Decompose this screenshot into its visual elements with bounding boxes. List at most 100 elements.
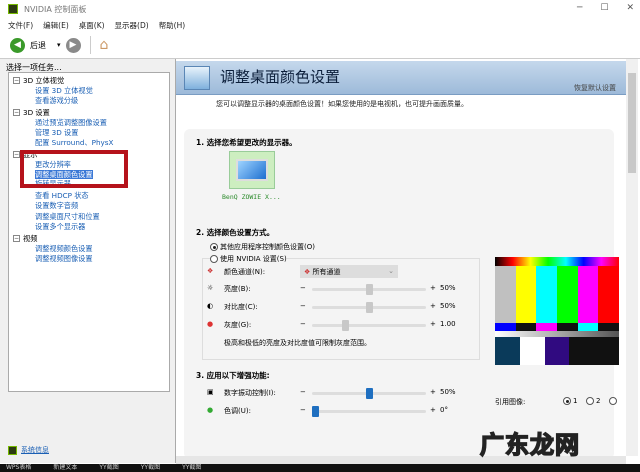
settings-panel: 1. 选择您希望更改的显示器。 BenQ ZOWIE X... 2. 选择颜色设… [184, 129, 620, 459]
brightness-slider[interactable] [312, 284, 426, 295]
color-channel-label: 颜色通道(N): [224, 268, 266, 276]
hue-slider[interactable] [312, 406, 426, 417]
tree-item[interactable]: 设置多个显示器 [35, 222, 85, 231]
menu-edit[interactable]: 编辑(E) [43, 20, 69, 31]
menu-desktop[interactable]: 桌面(K) [79, 20, 105, 31]
radio-button[interactable] [609, 397, 617, 405]
menu-display[interactable]: 显示器(D) [115, 20, 149, 31]
home-icon[interactable]: ⌂ [100, 37, 109, 53]
radio-button[interactable] [586, 397, 594, 405]
contrast-value: 50% [440, 302, 456, 310]
radio-button[interactable] [210, 243, 218, 251]
system-info-link[interactable]: 系统信息 [8, 445, 49, 455]
tree-item[interactable]: 查看游戏分级 [35, 96, 78, 105]
collapse-icon[interactable]: − [13, 109, 20, 116]
channel-value: 所有通道 [312, 268, 341, 276]
back-button[interactable]: 后退 [30, 40, 46, 51]
tree-category-3d-settings[interactable]: 3D 设置 [23, 108, 50, 117]
gamma-label: 灰度(G): [224, 321, 252, 329]
tree-item[interactable]: 调整桌面尺寸和位置 [35, 212, 100, 221]
info-icon [8, 445, 17, 455]
menu-bar: 文件(F) 编辑(E) 桌面(K) 显示器(D) 帮助(H) [0, 18, 640, 32]
collapse-icon[interactable]: − [13, 151, 20, 158]
vibrance-slider[interactable] [312, 388, 426, 399]
tree-item[interactable]: 调整视频颜色设置 [35, 244, 93, 253]
plus-sign: + [430, 284, 436, 292]
content-pane: 调整桌面颜色设置 恢复默认设置 您可以调整显示器的桌面颜色设置！如果您使用的是电… [176, 59, 626, 459]
chevron-down-icon: ⌄ [388, 267, 394, 275]
minimize-button[interactable]: ─ [577, 3, 582, 13]
radio-button[interactable] [210, 255, 218, 263]
vibrance-value: 50% [440, 388, 456, 396]
reference-test-image [495, 257, 620, 367]
menu-file[interactable]: 文件(F) [8, 20, 33, 31]
plus-sign: + [430, 302, 436, 310]
plus-sign: + [430, 320, 436, 328]
vertical-scrollbar[interactable] [626, 59, 638, 456]
reference-option-2[interactable]: 2 [586, 397, 600, 405]
radio-button[interactable] [563, 397, 571, 405]
monitor-icon [236, 159, 268, 181]
reference-option-1[interactable]: 1 [563, 397, 577, 405]
gamma-slider[interactable] [312, 320, 426, 331]
brightness-icon: ☼ [207, 284, 214, 292]
plus-sign: + [430, 388, 436, 396]
slider-thumb[interactable] [365, 302, 373, 313]
collapse-icon[interactable]: − [13, 77, 20, 84]
contrast-slider[interactable] [312, 302, 426, 313]
radio-other-apps[interactable]: 其他应用程序控制颜色设置(O) [210, 242, 315, 252]
task-tree: − 3D 立体视觉 设置 3D 立体视觉 查看游戏分级 − 3D 设置 通过预览… [8, 72, 170, 392]
tree-item[interactable]: 设置 3D 立体视觉 [35, 86, 93, 95]
back-dropdown-icon[interactable]: ▾ [57, 41, 61, 49]
hue-value: 0° [440, 406, 448, 414]
scrollbar-thumb[interactable] [628, 73, 636, 173]
gamma-icon: ● [207, 320, 214, 328]
window-title: NVIDIA 控制面板 [24, 4, 87, 14]
slider-thumb[interactable] [365, 284, 373, 295]
hue-label: 色调(U): [224, 407, 251, 415]
hue-icon: ● [207, 406, 214, 414]
tree-category-video[interactable]: 视频 [23, 234, 37, 243]
display-name: BenQ ZOWIE X... [222, 193, 281, 201]
back-arrow-icon[interactable]: ◀ [10, 37, 25, 53]
toolbar-divider [89, 36, 91, 54]
contrast-icon: ◐ [207, 302, 214, 310]
taskbar-item[interactable]: YY截图 [99, 464, 118, 472]
forward-button[interactable]: ▶ [65, 37, 81, 53]
slider-thumb[interactable] [312, 406, 319, 417]
radio-label: 2 [596, 397, 601, 405]
tree-item[interactable]: 设置数字音频 [35, 201, 78, 210]
tree-item[interactable]: 配置 Surround、PhysX [35, 138, 113, 147]
maximize-button[interactable]: ☐ [600, 3, 608, 13]
vibrance-label: 数字振动控制(I): [224, 389, 276, 397]
tree-item[interactable]: 通过预览调整图像设置 [35, 118, 107, 127]
tree-item[interactable]: 调整视频图像设置 [35, 254, 93, 263]
close-button[interactable]: ✕ [626, 3, 634, 13]
radio-label: 其他应用程序控制颜色设置(O) [220, 243, 315, 251]
step1-heading: 1. 选择您希望更改的显示器。 [196, 138, 297, 147]
tree-item[interactable]: 管理 3D 设置 [35, 128, 78, 137]
slider-thumb[interactable] [341, 320, 349, 331]
taskbar: WPS表格 新建文本 YY截图 YY截图 YY截图 [0, 464, 640, 472]
taskbar-item[interactable]: YY截图 [182, 464, 201, 472]
color-channel-dropdown[interactable]: ❖ 所有通道 ⌄ [300, 265, 398, 278]
radio-label: 使用 NVIDIA 设置(S) [220, 255, 287, 263]
slider-thumb[interactable] [365, 388, 373, 399]
minus-sign: − [300, 320, 306, 328]
collapse-icon[interactable]: − [13, 235, 20, 242]
taskbar-item[interactable]: YY截图 [141, 464, 160, 472]
page-header: 调整桌面颜色设置 恢复默认设置 [176, 61, 626, 95]
radio-nvidia[interactable]: 使用 NVIDIA 设置(S) [210, 254, 287, 264]
restore-defaults-link[interactable]: 恢复默认设置 [574, 83, 616, 93]
plus-sign: + [430, 406, 436, 414]
tree-item[interactable]: 查看 HDCP 状态 [35, 191, 89, 200]
minus-sign: − [300, 284, 306, 292]
taskbar-item[interactable]: WPS表格 [6, 464, 31, 472]
display-selector[interactable] [229, 151, 275, 189]
tree-category-3d-stereo[interactable]: 3D 立体视觉 [23, 76, 64, 85]
taskbar-item[interactable]: 新建文本 [53, 464, 77, 472]
system-info-label[interactable]: 系统信息 [21, 445, 49, 455]
menu-help[interactable]: 帮助(H) [159, 20, 186, 31]
page-title: 调整桌面颜色设置 [220, 68, 341, 86]
reference-option-3[interactable] [609, 397, 619, 405]
